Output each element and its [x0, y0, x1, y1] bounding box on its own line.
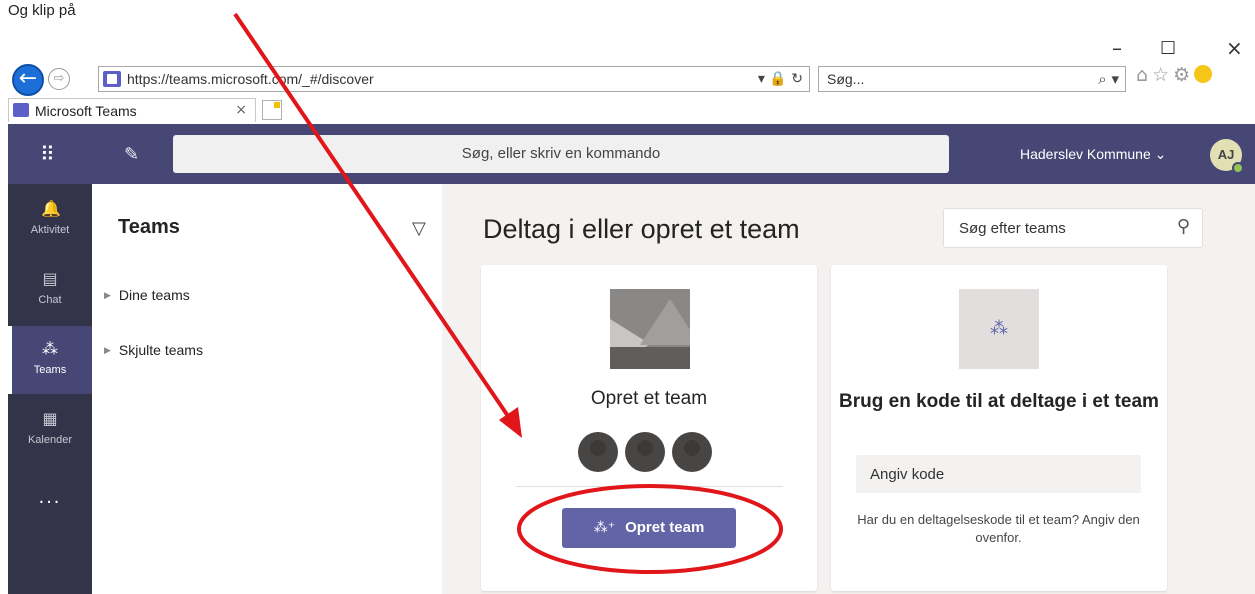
- search-icon[interactable]: ⌕ ▾: [1098, 70, 1119, 88]
- app-launcher-icon[interactable]: ⠿: [40, 144, 56, 164]
- rail-item-chat[interactable]: ▤ Chat: [8, 256, 92, 324]
- create-team-button-label: Opret team: [625, 519, 705, 536]
- team-code-placeholder: Angiv kode: [870, 466, 945, 483]
- pane-title: Teams: [118, 216, 180, 238]
- rail-item-activity[interactable]: 🔔 Aktivitet: [8, 186, 92, 254]
- join-team-title: Brug en kode til at deltage i et team: [839, 391, 1159, 412]
- close-tab-icon[interactable]: ×: [235, 102, 247, 118]
- browser-toolbar-icons: ⌂☆⚙: [1136, 64, 1213, 86]
- team-search-placeholder: Søg efter teams: [959, 220, 1066, 237]
- forward-button[interactable]: ⇨: [48, 68, 70, 90]
- command-search-input[interactable]: Søg, eller skriv en kommando: [173, 135, 949, 173]
- teams-favicon-icon: [103, 71, 121, 87]
- expand-triangle-icon: ▶: [104, 291, 111, 301]
- gear-icon[interactable]: ⚙: [1173, 64, 1194, 86]
- group-label: Dine teams: [118, 287, 190, 303]
- rail-item-label: Kalender: [27, 434, 73, 446]
- expand-triangle-icon: ▶: [104, 346, 111, 356]
- org-switcher[interactable]: Haderslev Kommune ⌄: [1020, 146, 1166, 163]
- rail-item-label: Chat: [38, 294, 62, 306]
- search-icon[interactable]: ⚲: [1177, 216, 1190, 237]
- team-image-icon: [610, 289, 690, 369]
- instruction-text: Og klip på: [8, 2, 76, 19]
- more-apps-button[interactable]: ...: [8, 486, 92, 509]
- favorites-star-icon[interactable]: ☆: [1152, 64, 1173, 86]
- active-indicator: [8, 326, 12, 394]
- teams-icon: ⁂: [42, 339, 58, 358]
- group-hidden-teams[interactable]: ▶ Skjulte teams: [104, 342, 203, 358]
- member-avatar-icon: [672, 432, 712, 472]
- rail-item-teams[interactable]: ⁂ Teams: [8, 326, 92, 394]
- url-text: https://teams.microsoft.com/_#/discover: [127, 71, 374, 87]
- command-search-placeholder: Søg, eller skriv en kommando: [461, 145, 661, 162]
- address-bar[interactable]: https://teams.microsoft.com/_#/discover …: [98, 66, 810, 92]
- browser-tab[interactable]: Microsoft Teams ×: [8, 98, 256, 122]
- minimize-button[interactable]: –: [1112, 36, 1122, 60]
- create-team-title: Opret et team: [590, 388, 708, 409]
- teams-list-pane: [92, 184, 442, 594]
- smiley-feedback-icon[interactable]: [1194, 65, 1213, 83]
- browser-search-input[interactable]: Søg... ⌕ ▾: [818, 66, 1126, 92]
- new-chat-icon[interactable]: ✎: [124, 144, 139, 165]
- join-help-text: Har du en deltagelseskode til et team? A…: [857, 512, 1140, 545]
- tab-title: Microsoft Teams: [35, 103, 137, 119]
- rail-item-label: Aktivitet: [30, 224, 70, 236]
- chat-icon: ▤: [42, 269, 58, 288]
- create-team-button[interactable]: ⁂⁺ Opret team: [562, 508, 736, 548]
- member-avatar-icon: [625, 432, 665, 472]
- close-window-button[interactable]: ×: [1226, 36, 1243, 60]
- teams-favicon-icon: [13, 103, 29, 117]
- back-button[interactable]: ←: [12, 64, 44, 96]
- team-search-input[interactable]: Søg efter teams ⚲: [943, 208, 1203, 248]
- teams-group-icon: ⁂: [959, 289, 1039, 369]
- new-tab-button[interactable]: [262, 100, 282, 120]
- page-title: Deltag i eller opret et team: [483, 214, 800, 244]
- add-team-icon: ⁂⁺: [593, 520, 616, 536]
- forward-arrow-icon: ⇨: [53, 71, 65, 86]
- group-label: Skjulte teams: [118, 342, 203, 358]
- maximize-button[interactable]: ☐: [1160, 38, 1176, 59]
- calendar-icon: ▦: [42, 409, 58, 428]
- back-arrow-icon: ←: [18, 66, 38, 91]
- member-avatars: [578, 432, 718, 472]
- card-divider: [516, 486, 783, 487]
- bell-icon: 🔔: [41, 199, 61, 218]
- home-icon[interactable]: ⌂: [1136, 64, 1152, 86]
- address-tools[interactable]: ▾ 🔒 ↻: [758, 71, 803, 87]
- team-code-input[interactable]: Angiv kode: [856, 455, 1141, 493]
- rail-item-calendar[interactable]: ▦ Kalender: [8, 396, 92, 464]
- member-avatar-icon: [578, 432, 618, 472]
- presence-available-icon: [1232, 162, 1244, 174]
- group-your-teams[interactable]: ▶ Dine teams: [104, 287, 190, 303]
- rail-item-label: Teams: [33, 364, 67, 376]
- filter-icon[interactable]: ▽: [412, 218, 426, 239]
- browser-search-placeholder: Søg...: [827, 71, 865, 87]
